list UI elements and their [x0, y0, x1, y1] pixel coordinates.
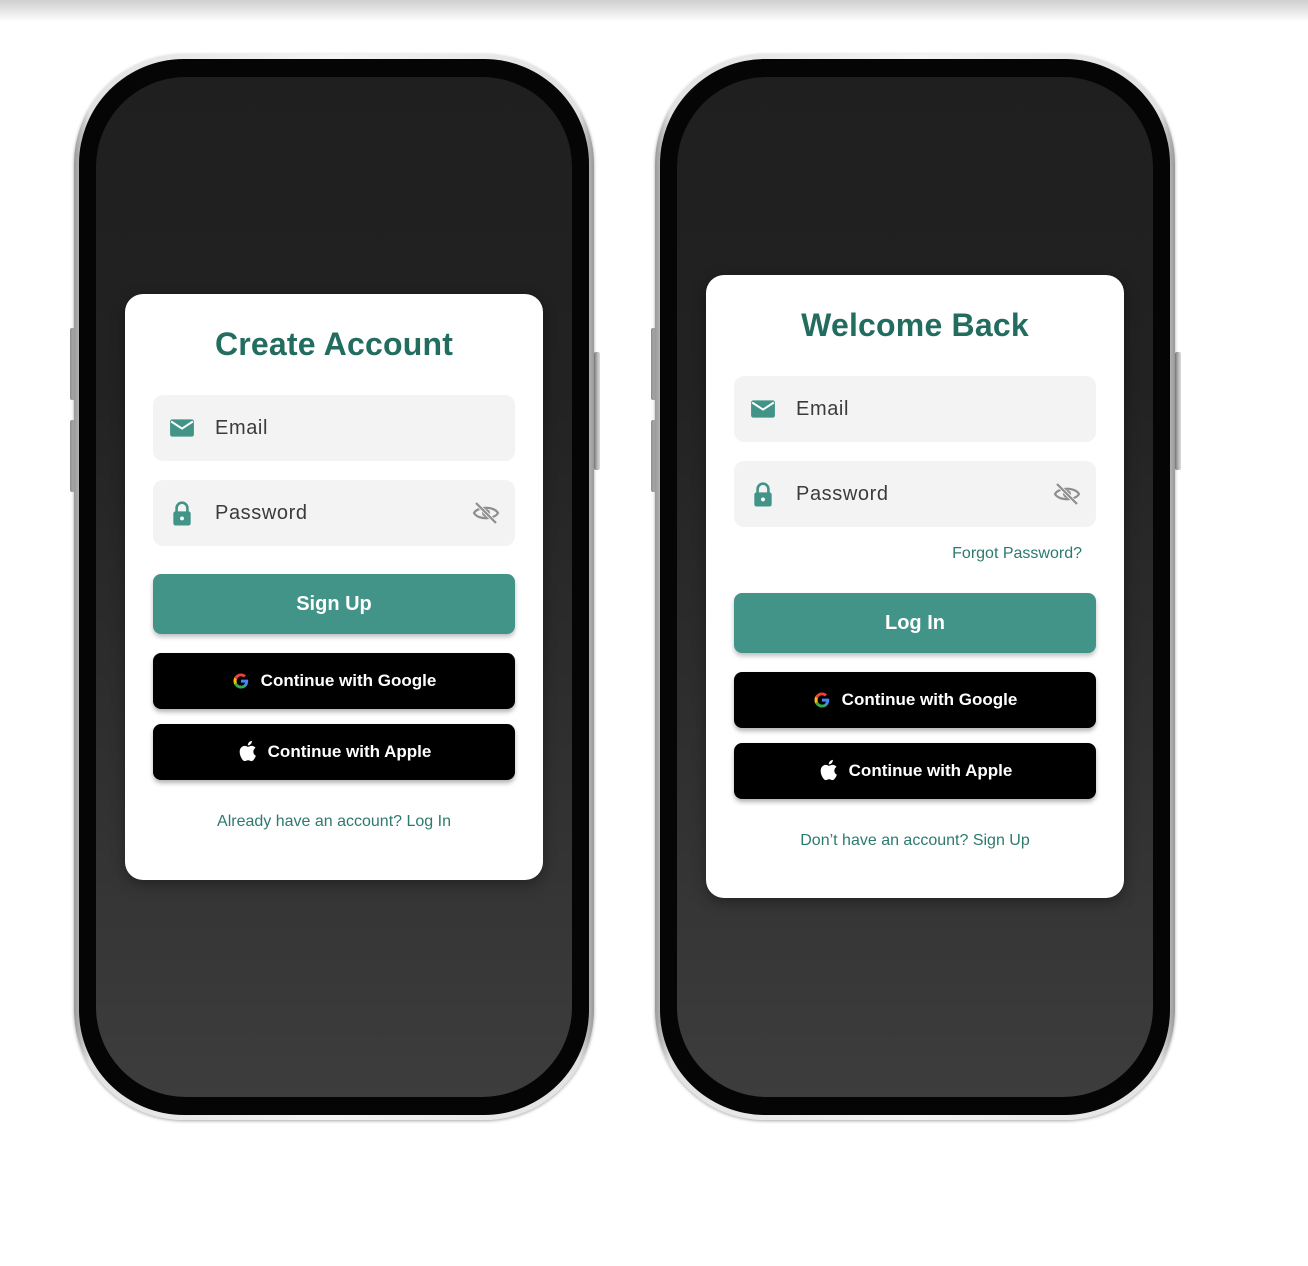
signup-email-label: Email [215, 417, 269, 439]
continue-with-apple-button[interactable]: Continue with Apple [734, 743, 1096, 799]
signup-title: Create Account [214, 326, 454, 362]
signup-password-field[interactable]: Password [153, 480, 515, 546]
mail-icon [751, 400, 775, 418]
phone-left-power-button [594, 352, 600, 470]
signup-email-field[interactable]: Email [153, 395, 515, 461]
apple-icon [820, 759, 837, 780]
continue-with-apple-label: Continue with Apple [848, 761, 1013, 780]
apple-icon [239, 740, 256, 761]
continue-with-apple-label: Continue with Apple [267, 742, 432, 761]
sign-up-button[interactable]: Sign Up [153, 574, 515, 634]
signup-card: Create Account Email Password Sign Up Co… [125, 294, 543, 880]
continue-with-google-button[interactable]: Continue with Google [734, 672, 1096, 728]
continue-with-apple-button[interactable]: Continue with Apple [153, 724, 515, 780]
continue-with-google-label: Continue with Google [260, 671, 437, 690]
continue-with-google-button[interactable]: Continue with Google [153, 653, 515, 709]
signup-password-label: Password [215, 502, 308, 524]
lock-icon [173, 501, 191, 526]
login-card: Welcome Back Email Password Forgot Passw… [706, 275, 1124, 898]
login-email-field[interactable]: Email [734, 376, 1096, 442]
top-shadow [0, 0, 1308, 22]
login-password-field[interactable]: Password [734, 461, 1096, 527]
signup-link[interactable]: Don’t have an account? Sign Up [706, 832, 1124, 850]
login-password-label: Password [796, 483, 889, 505]
mail-icon [170, 419, 194, 437]
log-in-button[interactable]: Log In [734, 593, 1096, 653]
eye-off-icon[interactable] [1053, 481, 1081, 507]
google-icon [814, 692, 829, 708]
forgot-password-link[interactable]: Forgot Password? [952, 545, 1082, 563]
phone-right-power-button [1175, 352, 1181, 470]
login-link[interactable]: Already have an account? Log In [125, 813, 543, 831]
lock-icon [754, 482, 772, 507]
login-title: Welcome Back [801, 307, 1029, 343]
continue-with-google-label: Continue with Google [841, 690, 1018, 709]
google-icon [233, 673, 248, 689]
eye-off-icon[interactable] [472, 500, 500, 526]
login-email-label: Email [796, 398, 850, 420]
